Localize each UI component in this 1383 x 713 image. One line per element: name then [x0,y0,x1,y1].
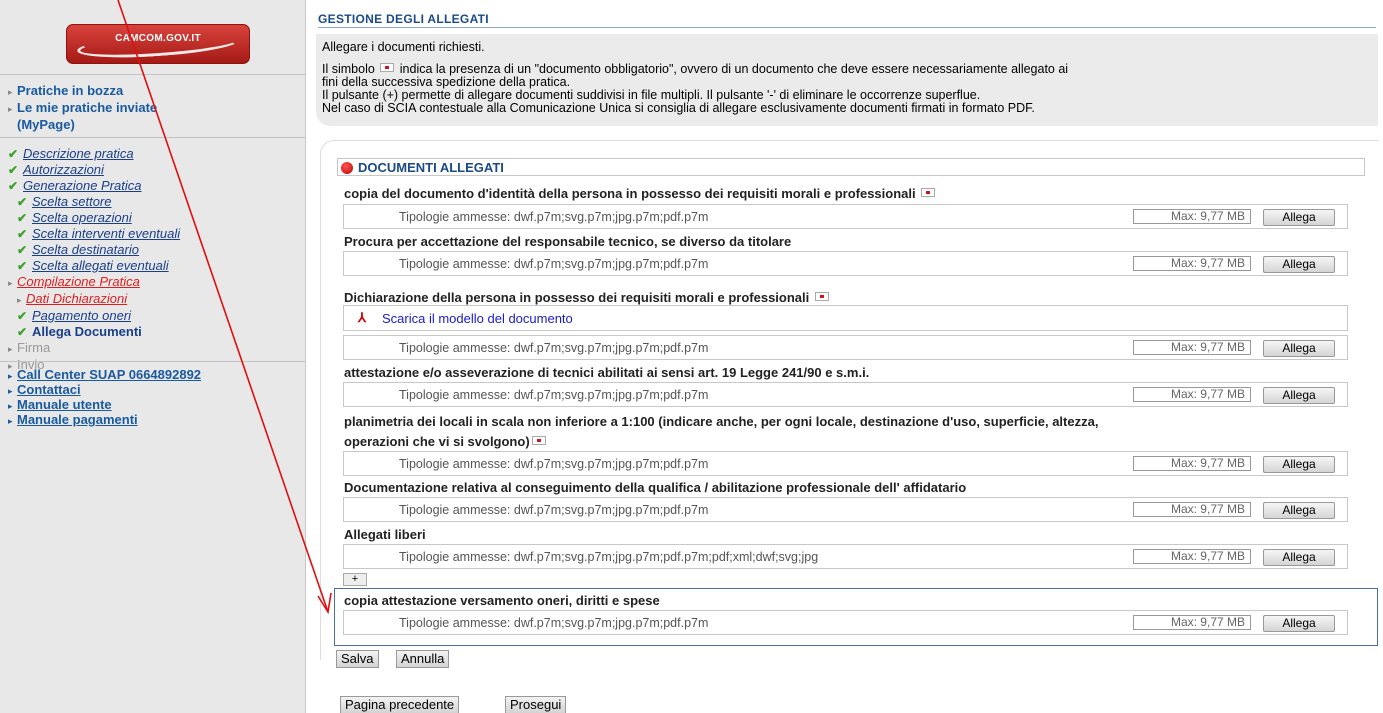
upload-row: Tipologie ammesse: dwf.p7m;svg.p7m;jpg.p… [343,451,1348,476]
upload-row: Tipologie ammesse: dwf.p7m;svg.p7m;jpg.p… [343,610,1348,635]
allega-button[interactable]: Allega [1263,456,1335,473]
allega-button[interactable]: Allega [1263,209,1335,226]
max-size-field: Max: 9,77 MB [1133,256,1251,271]
allega-button[interactable]: Allega [1263,549,1335,566]
camcom-logo[interactable]: CAMCOM.GOV.IT [66,24,250,64]
step-pagamento-oneri[interactable]: ✔ Pagamento oneri [8,308,180,324]
bullet-icon: ▸ [8,278,13,288]
info-line: Nel caso di SCIA contestuale alla Comuni… [322,101,1035,115]
upload-row: Tipologie ammesse: dwf.p7m;svg.p7m;jpg.p… [343,251,1348,276]
document-label: Allegati liberi [344,527,426,542]
check-icon: ✔ [8,179,19,193]
previous-page-button[interactable]: Pagina precedente [340,696,460,713]
document-label: attestazione e/o asseverazione di tecnic… [344,365,870,380]
document-label: copia attestazione versamento oneri, dir… [344,593,660,608]
info-line: Allegare i documenti richiesti. [322,40,485,54]
upload-row: Tipologie ammesse: dwf.p7m;svg.p7m;jpg.p… [343,204,1348,229]
check-icon: ✔ [8,147,19,161]
document-label: Dichiarazione della persona in possesso … [344,290,831,305]
link-manuale-pagamenti[interactable]: ▸ Manuale pagamenti [8,413,201,428]
max-size-field: Max: 9,77 MB [1133,456,1251,471]
allega-button[interactable]: Allega [1263,256,1335,273]
step-autorizzazioni[interactable]: ✔ Autorizzazioni [8,162,180,178]
bullet-icon: ▸ [8,87,13,97]
allega-button[interactable]: Allega [1263,387,1335,404]
document-label: copia del documento d'identità della per… [344,186,937,201]
sidebar-item-pratiche-inviate[interactable]: ▸ Le mie pratiche inviate [8,100,157,117]
add-file-button[interactable]: + [343,573,367,586]
bullet-icon: ▸ [8,371,13,381]
step-compilazione-pratica[interactable]: ▸ Compilazione Pratica [8,274,180,291]
sidebar-divider [0,74,306,75]
sidebar-divider [0,137,306,138]
check-icon: ✔ [17,195,28,209]
document-label: planimetria dei locali in scala non infe… [344,414,1099,429]
check-icon: ✔ [17,211,28,225]
step-scelta-interventi[interactable]: ✔ Scelta interventi eventuali [8,226,180,242]
allega-button[interactable]: Allega [1263,340,1335,357]
bullet-icon: ▸ [8,386,13,396]
upload-row: Tipologie ammesse: dwf.p7m;svg.p7m;jpg.p… [343,335,1348,360]
mandatory-flag-icon [531,436,546,445]
sidebar-item-pratiche-bozza[interactable]: ▸ Pratiche in bozza [8,83,157,100]
download-model-row: ⅄ Scarica il modello del documento [343,305,1348,331]
next-button[interactable]: Prosegui [505,696,567,713]
page-title: GESTIONE DEGLI ALLEGATI [318,12,1376,28]
check-icon: ✔ [8,163,19,177]
allega-button[interactable]: Allega [1263,615,1335,632]
upload-row: Tipologie ammesse: dwf.p7m;svg.p7m;jpg.p… [343,544,1348,569]
bullet-icon: ▸ [8,344,13,354]
sidebar-steps: ✔ Descrizione pratica ✔ Autorizzazioni ✔ Ge… [8,146,180,374]
max-size-field: Max: 9,77 MB [1133,340,1251,355]
link-contattaci[interactable]: ▸ Contattaci [8,383,201,398]
cancel-button[interactable]: Annulla [396,650,450,668]
sidebar-divider [0,361,306,362]
document-label-cont: operazioni che vi si svolgono) [344,434,548,449]
documents-header: DOCUMENTI ALLEGATI [337,158,1365,176]
sidebar: CAMCOM.GOV.IT ▸ Pratiche in bozza ▸ Le mie… [0,0,306,713]
pdf-icon: ⅄ [358,310,366,325]
sidebar-top-links: ▸ Pratiche in bozza ▸ Le mie pratiche invi… [8,83,157,132]
max-size-field: Max: 9,77 MB [1133,209,1251,224]
mandatory-flag-icon [380,63,395,72]
step-firma: ▸ Firma [8,340,51,355]
info-box: Allegare i documenti richiesti. Il simbo… [316,34,1378,126]
bullet-icon: ▸ [8,104,13,114]
max-size-field: Max: 9,77 MB [1133,387,1251,402]
document-label: Procura per accettazione del responsabil… [344,234,792,249]
bullet-icon: ▸ [17,295,22,305]
check-icon: ✔ [17,309,28,323]
step-scelta-operazioni[interactable]: ✔ Scelta operazioni [8,210,180,226]
bullet-icon: ▸ [8,401,13,411]
max-size-field: Max: 9,77 MB [1133,615,1251,630]
upload-row: Tipologie ammesse: dwf.p7m;svg.p7m;jpg.p… [343,497,1348,522]
step-dati-dichiarazioni[interactable]: ▸ Dati Dichiarazioni [8,291,180,308]
logo-text: CAMCOM.GOV.IT [115,33,201,44]
step-allega-documenti[interactable]: ✔ Allega Documenti [8,324,180,340]
download-model-link[interactable]: Scarica il modello del documento [382,311,573,326]
red-dot-icon [341,162,353,174]
link-manuale-utente[interactable]: ▸ Manuale utente [8,398,201,413]
max-size-field: Max: 9,77 MB [1133,502,1251,517]
link-call-center[interactable]: ▸ Call Center SUAP 0664892892 [8,368,201,383]
check-icon: ✔ [17,325,28,339]
step-descrizione-pratica[interactable]: ✔ Descrizione pratica [8,146,180,162]
max-size-field: Max: 9,77 MB [1133,549,1251,564]
sidebar-help-links: ▸ Call Center SUAP 0664892892 ▸ Contattaci… [8,368,201,428]
mandatory-flag-icon [814,292,829,301]
sidebar-item-mypage[interactable]: (MyPage) [8,117,157,132]
allega-button[interactable]: Allega [1263,502,1335,519]
step-scelta-allegati[interactable]: ✔ Scelta allegati eventuali [8,258,180,274]
bullet-icon: ▸ [8,416,13,426]
step-scelta-destinatario[interactable]: ✔ Scelta destinatario [8,242,180,258]
save-button[interactable]: Salva [336,650,379,668]
step-scelta-settore[interactable]: ✔ Scelta settore [8,194,180,210]
upload-row: Tipologie ammesse: dwf.p7m;svg.p7m;jpg.p… [343,382,1348,407]
check-icon: ✔ [17,227,28,241]
step-generazione-pratica[interactable]: ✔ Generazione Pratica [8,178,180,194]
document-label: Documentazione relativa al conseguimento… [344,480,967,495]
mandatory-flag-icon [921,188,936,197]
check-icon: ✔ [17,243,28,257]
check-icon: ✔ [17,259,28,273]
